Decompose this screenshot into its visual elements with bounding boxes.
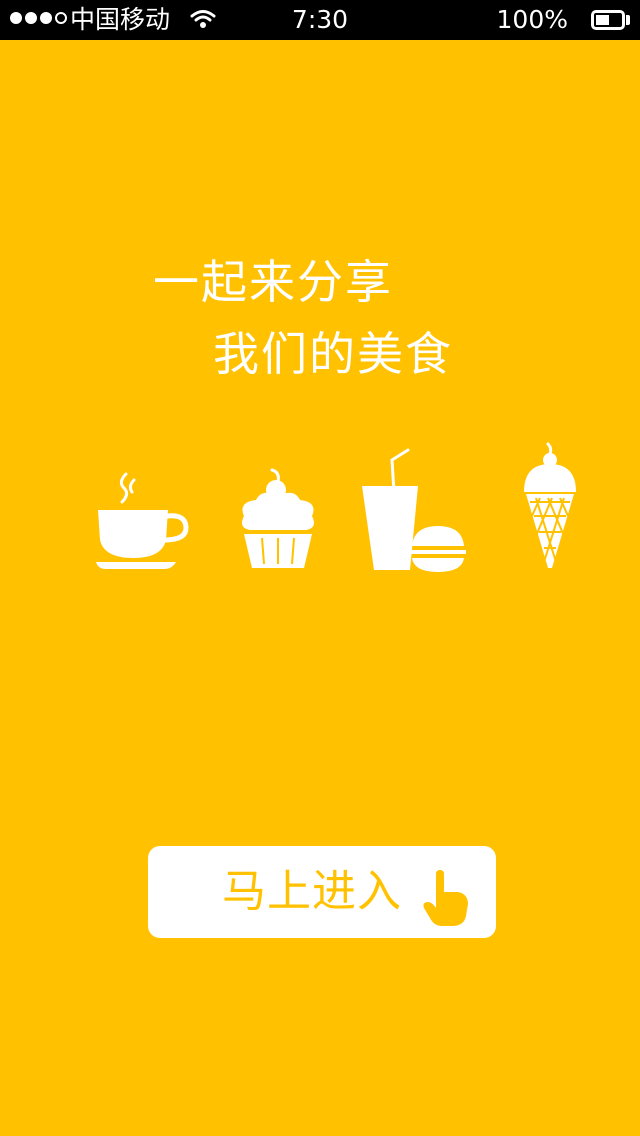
cupcake-icon [242, 468, 314, 568]
enter-now-button[interactable]: 马上进入 [148, 846, 496, 938]
battery-icon [591, 10, 625, 30]
status-bar: 中国移动 7:30 100% [0, 0, 640, 40]
drink-burger-icon [362, 448, 466, 572]
battery-nub [626, 15, 630, 25]
enter-now-label: 马上进入 [222, 866, 402, 917]
headline-line-2: 我们的美食 [213, 327, 453, 381]
ice-cream-icon [524, 442, 576, 568]
pointing-hand-icon [423, 870, 468, 926]
coffee-cup-icon [96, 472, 189, 569]
battery-percent: 100% [496, 5, 568, 34]
headline-line-1: 一起来分享 [153, 255, 393, 309]
